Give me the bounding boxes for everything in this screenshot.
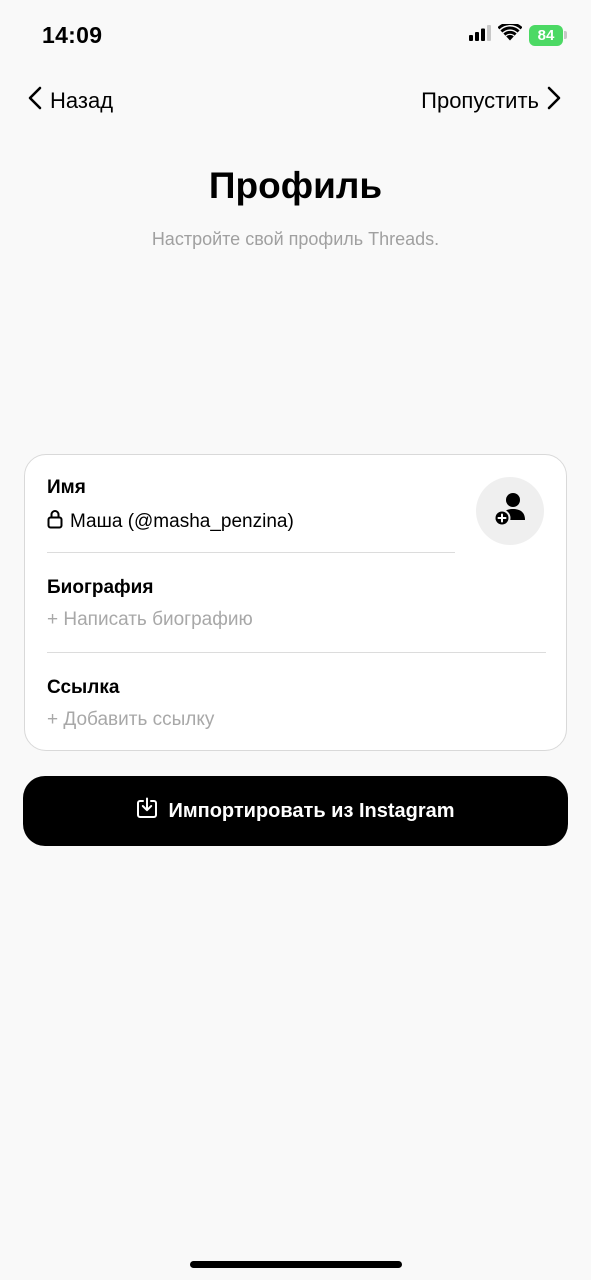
add-profile-photo-button[interactable]	[476, 477, 544, 545]
bio-divider	[47, 652, 546, 653]
name-value: Маша (@masha_penzina)	[70, 511, 294, 532]
link-placeholder: + Добавить ссылку	[47, 709, 215, 730]
link-label: Ссылка	[47, 677, 120, 698]
status-time: 14:09	[42, 22, 103, 48]
nav-bar: Назад Пропустить	[0, 80, 591, 124]
name-value-row: Маша (@masha_penzina)	[47, 509, 294, 535]
wifi-icon	[497, 22, 523, 46]
status-icons: 84	[469, 22, 567, 46]
status-bar: 14:09 84	[0, 0, 591, 70]
import-icon	[136, 797, 158, 825]
battery-icon: 84	[529, 24, 567, 46]
back-button[interactable]: Назад	[28, 86, 113, 116]
import-button-label: Импортировать из Instagram	[168, 799, 455, 822]
bio-label: Биография	[47, 577, 154, 598]
page-title: Профиль	[208, 165, 383, 206]
name-field[interactable]: Имя Маша (@masha_penzina)	[47, 477, 294, 535]
page-subtitle: Настройте свой профиль Threads.	[151, 229, 440, 249]
lock-icon	[47, 509, 63, 535]
back-button-label: Назад	[50, 88, 114, 113]
link-field[interactable]: Ссылка + Добавить ссылку	[47, 677, 214, 731]
home-indicator[interactable]	[190, 1261, 402, 1268]
bio-placeholder: + Написать биографию	[47, 609, 253, 630]
skip-button-label: Пропустить	[421, 88, 539, 113]
skip-button[interactable]: Пропустить	[421, 86, 561, 116]
battery-level: 84	[529, 24, 563, 46]
bio-field[interactable]: Биография + Написать биографию	[47, 577, 253, 631]
cellular-signal-icon	[469, 24, 491, 46]
name-label: Имя	[47, 477, 86, 498]
add-profile-photo-icon	[490, 489, 530, 534]
chevron-left-icon	[28, 86, 42, 116]
name-divider	[47, 552, 455, 553]
chevron-right-icon	[547, 86, 561, 116]
profile-card: Имя Маша (@masha_penzina) Биография + На…	[24, 454, 567, 751]
import-from-instagram-button[interactable]: Импортировать из Instagram	[23, 776, 568, 846]
